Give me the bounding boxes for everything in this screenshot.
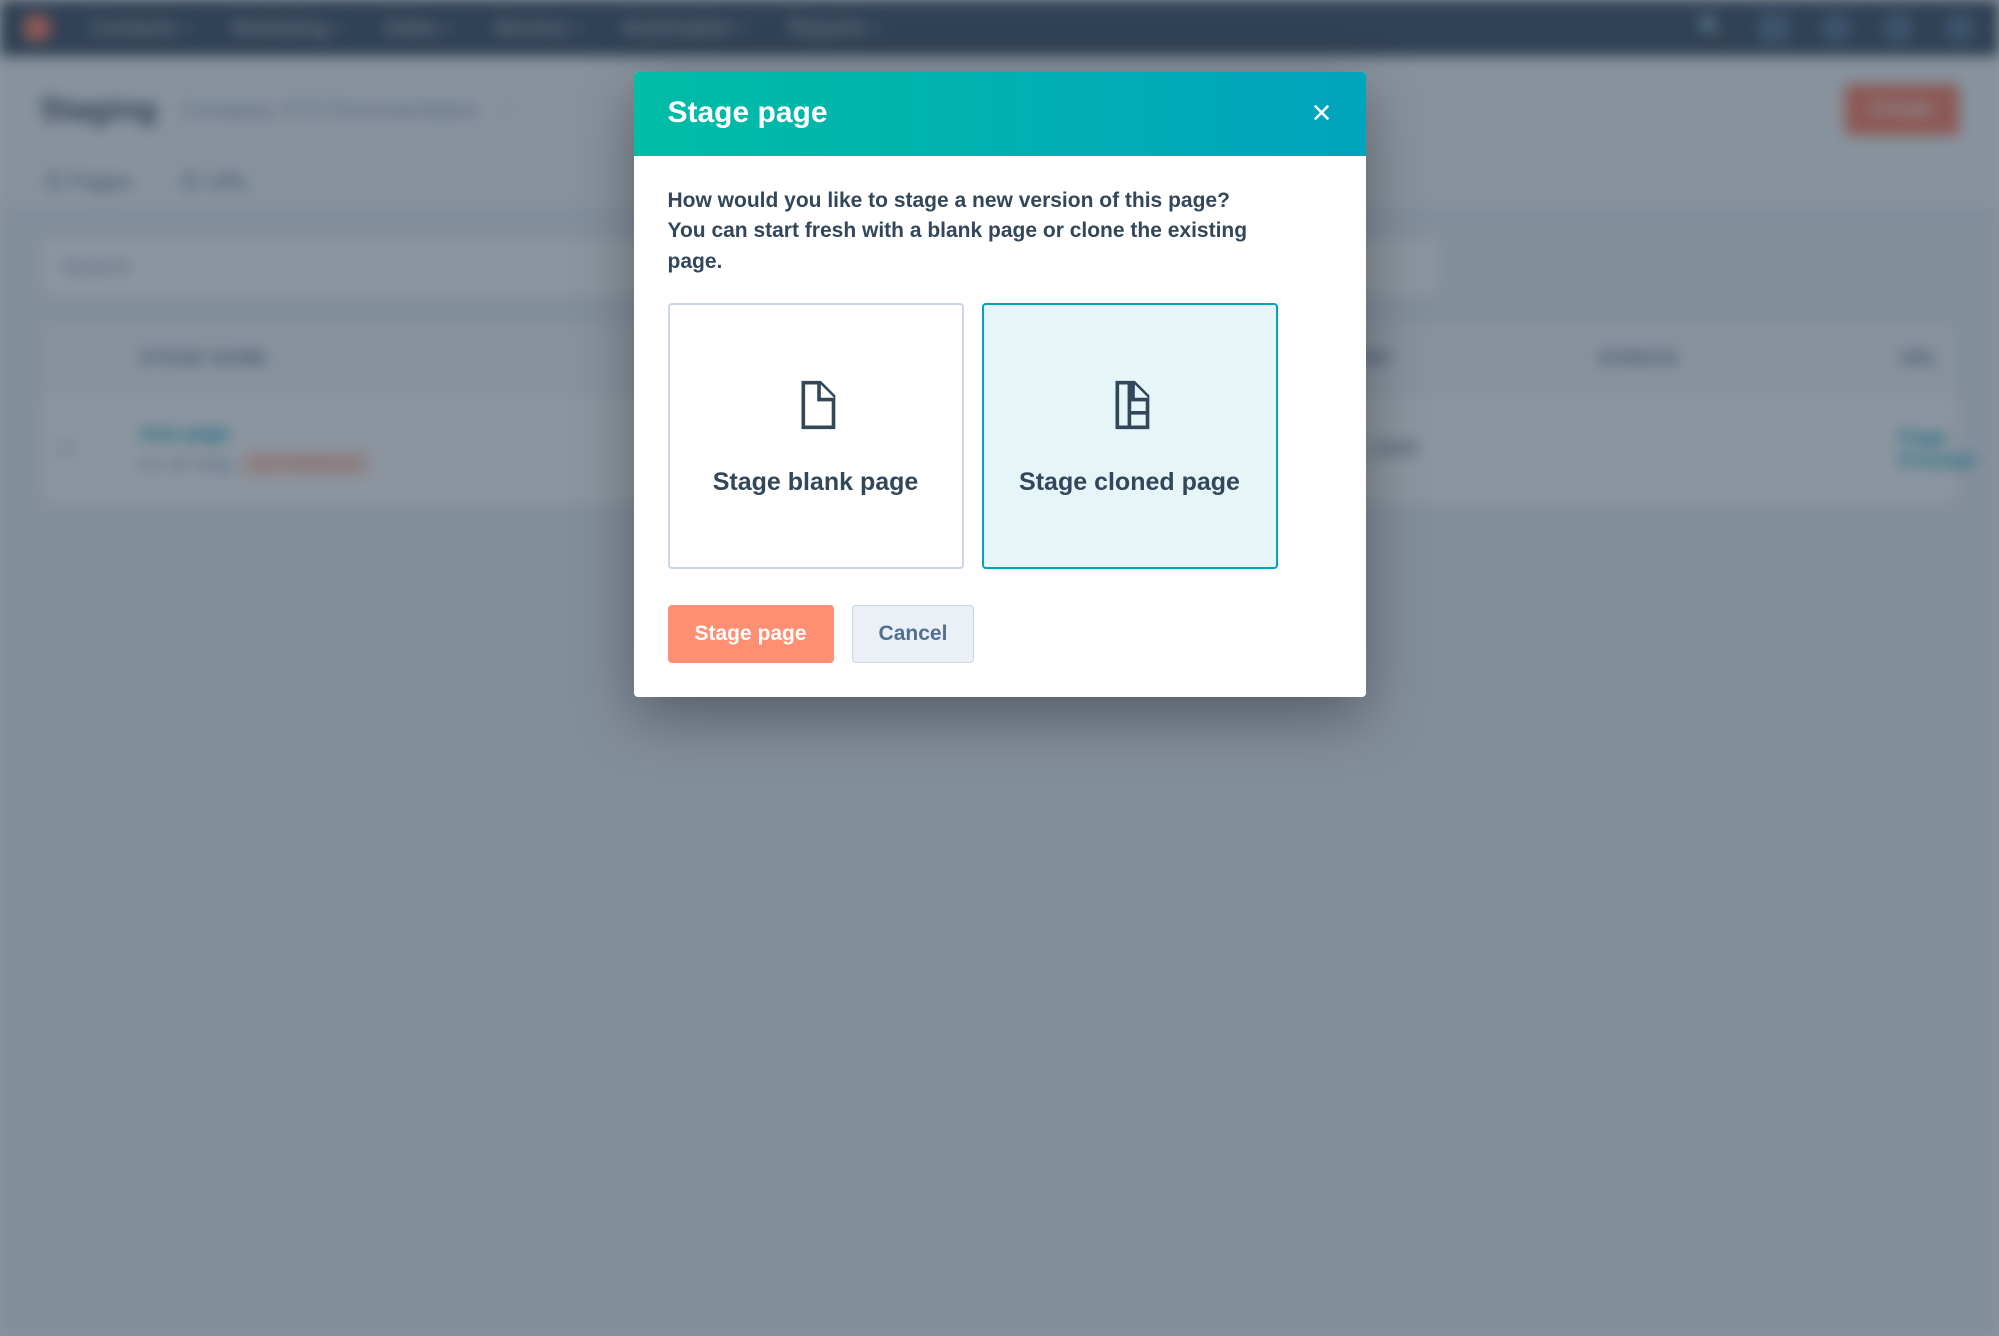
close-icon[interactable]: × [1312, 96, 1332, 130]
option-label: Stage blank page [713, 468, 919, 497]
modal-footer: Stage page Cancel [668, 605, 1332, 663]
file-layout-icon [1101, 376, 1159, 434]
cancel-button[interactable]: Cancel [852, 605, 975, 663]
modal-prompt: How would you like to stage a new versio… [668, 186, 1248, 277]
modal-body: How would you like to stage a new versio… [634, 156, 1366, 697]
option-stage-blank[interactable]: Stage blank page [668, 303, 964, 569]
modal-title: Stage page [668, 96, 828, 130]
modal-overlay: Stage page × How would you like to stage… [0, 0, 1999, 1336]
stage-options: Stage blank page Stage cloned page [668, 303, 1332, 569]
stage-page-modal: Stage page × How would you like to stage… [634, 72, 1366, 697]
file-blank-icon [787, 376, 845, 434]
stage-page-button[interactable]: Stage page [668, 605, 834, 663]
option-stage-cloned[interactable]: Stage cloned page [982, 303, 1278, 569]
option-label: Stage cloned page [1019, 468, 1240, 497]
modal-header: Stage page × [634, 72, 1366, 156]
